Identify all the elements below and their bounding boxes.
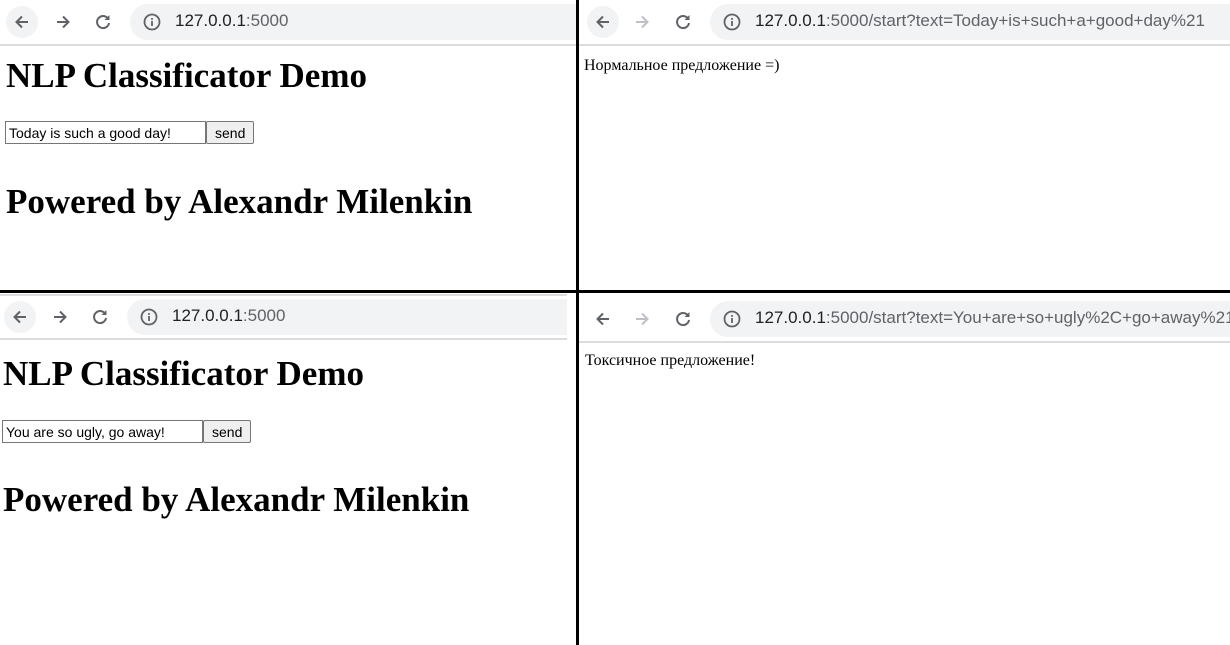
info-icon[interactable] (722, 12, 742, 32)
browser-toolbar: 127.0.0.1:5000 (0, 0, 577, 46)
reload-button[interactable] (667, 303, 699, 335)
back-arrow-icon (596, 15, 609, 29)
url-text: 127.0.0.1:5000/start?text=You+are+so+ugl… (755, 308, 1230, 327)
address-bar[interactable]: 127.0.0.1:5000/start?text=You+are+so+ugl… (710, 301, 1230, 337)
text-input[interactable] (2, 420, 203, 443)
back-button[interactable] (587, 303, 619, 335)
back-arrow-icon (13, 310, 26, 324)
classification-result: Токсичное предложение! (585, 352, 756, 369)
horizontal-divider (0, 290, 1230, 293)
forward-button[interactable] (626, 303, 658, 335)
browser-window-bottom-right: 127.0.0.1:5000/start?text=You+are+so+ugl… (579, 294, 1230, 645)
powered-by-heading: Powered by Alexandr Milenkin (3, 480, 470, 519)
forward-arrow-icon (57, 15, 70, 29)
text-form: send (2, 420, 252, 443)
reload-button[interactable] (84, 301, 116, 333)
page-title: NLP Classificator Demo (6, 56, 367, 95)
browser-window-top-left: 127.0.0.1:5000 NLP Classificator Demo se… (0, 0, 577, 291)
address-bar[interactable]: 127.0.0.1:5000/start?text=Today+is+such+… (710, 4, 1230, 40)
send-button[interactable]: send (203, 420, 252, 443)
address-bar[interactable]: 127.0.0.1:5000 (127, 299, 567, 335)
send-button[interactable]: send (206, 121, 255, 144)
powered-by-heading: Powered by Alexandr Milenkin (6, 182, 473, 221)
forward-button[interactable] (44, 301, 76, 333)
text-form: send (5, 121, 255, 144)
reload-button[interactable] (667, 6, 699, 38)
forward-button[interactable] (626, 6, 658, 38)
url-text: 127.0.0.1:5000 (175, 11, 289, 30)
forward-arrow-icon (636, 312, 649, 326)
back-arrow-icon (15, 15, 28, 29)
back-button[interactable] (587, 6, 619, 38)
browser-window-top-right: 127.0.0.1:5000/start?text=Today+is+such+… (579, 0, 1230, 291)
info-icon[interactable] (139, 307, 159, 327)
forward-arrow-icon (54, 310, 67, 324)
reload-icon (93, 310, 107, 325)
browser-toolbar: 127.0.0.1:5000/start?text=You+are+so+ugl… (579, 294, 1230, 343)
forward-button[interactable] (47, 6, 79, 38)
reload-icon (96, 15, 110, 30)
text-input[interactable] (5, 121, 206, 144)
vertical-divider (576, 0, 579, 645)
reload-icon (676, 15, 690, 30)
info-icon[interactable] (722, 309, 742, 329)
address-bar[interactable]: 127.0.0.1:5000 (130, 4, 577, 40)
browser-toolbar: 127.0.0.1:5000 (0, 294, 567, 340)
back-arrow-icon (596, 312, 609, 326)
browser-window-bottom-left: 127.0.0.1:5000 NLP Classificator Demo se… (0, 294, 577, 645)
reload-button[interactable] (87, 6, 119, 38)
forward-arrow-icon (636, 15, 649, 29)
url-text: 127.0.0.1:5000/start?text=Today+is+such+… (755, 11, 1205, 30)
back-button[interactable] (6, 6, 38, 38)
info-icon[interactable] (142, 12, 162, 32)
browser-toolbar: 127.0.0.1:5000/start?text=Today+is+such+… (579, 0, 1230, 46)
url-text: 127.0.0.1:5000 (172, 306, 286, 325)
classification-result: Нормальное предложение =) (584, 57, 780, 74)
reload-icon (676, 312, 690, 327)
back-button[interactable] (4, 301, 36, 333)
page-title: NLP Classificator Demo (3, 354, 364, 393)
